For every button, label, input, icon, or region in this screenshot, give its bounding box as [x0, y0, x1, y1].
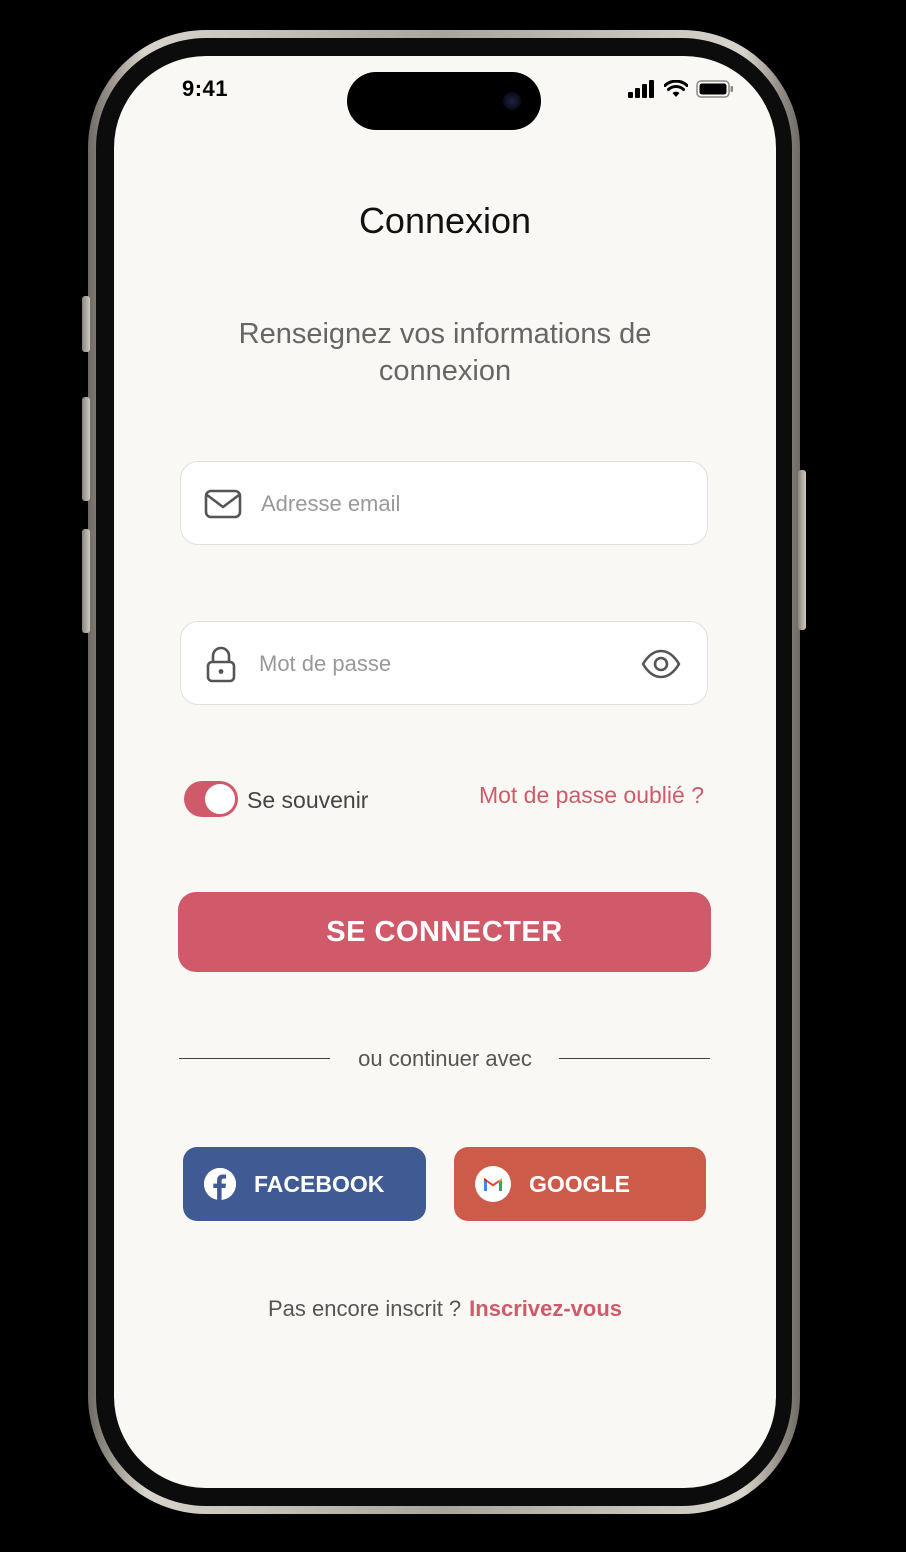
lock-icon	[206, 646, 236, 683]
battery-icon	[696, 80, 733, 98]
forgot-password-link[interactable]: Mot de passe oublié ?	[479, 782, 704, 809]
status-time: 9:41	[182, 76, 229, 101]
page-title: Connexion	[358, 200, 532, 241]
email-field[interactable]	[180, 461, 708, 545]
password-input[interactable]	[257, 642, 631, 686]
cellular-signal-icon	[628, 80, 654, 98]
signup-row: Pas encore inscrit ? Inscrivez-vous	[114, 1296, 776, 1322]
dynamic-island	[347, 72, 541, 130]
google-label: GOOGLE	[529, 1170, 630, 1197]
gmail-logo-icon	[475, 1166, 511, 1202]
divider-line-right	[559, 1058, 710, 1059]
page-subtitle: Renseignez vos informations de connexion	[238, 318, 652, 387]
password-field[interactable]	[180, 621, 708, 705]
power-button	[798, 470, 806, 630]
volume-up-button	[82, 397, 90, 501]
eye-icon[interactable]	[641, 644, 681, 684]
signup-prompt: Pas encore inscrit ?	[267, 1296, 462, 1321]
action-button	[82, 296, 90, 352]
remember-toggle[interactable]	[184, 781, 238, 817]
toggle-knob	[205, 784, 235, 814]
remember-label: Se souvenir	[247, 787, 369, 813]
facebook-logo-icon	[204, 1168, 236, 1200]
wifi-icon	[664, 80, 688, 97]
google-button[interactable]: GOOGLE	[454, 1147, 706, 1221]
volume-down-button	[82, 529, 90, 633]
facebook-label: FACEBOOK	[254, 1170, 385, 1197]
app-screen: 9:41 Connexion Renseignez vos informatio…	[114, 56, 776, 1488]
divider-text: ou continuer avec	[358, 1046, 532, 1071]
camera-icon	[503, 92, 521, 110]
login-button[interactable]: SE CONNECTER	[178, 892, 711, 972]
signup-link[interactable]: Inscrivez-vous	[469, 1296, 622, 1321]
email-input[interactable]	[259, 482, 623, 526]
mail-icon	[204, 489, 242, 519]
facebook-button[interactable]: FACEBOOK	[183, 1147, 426, 1221]
status-icons	[628, 80, 734, 98]
